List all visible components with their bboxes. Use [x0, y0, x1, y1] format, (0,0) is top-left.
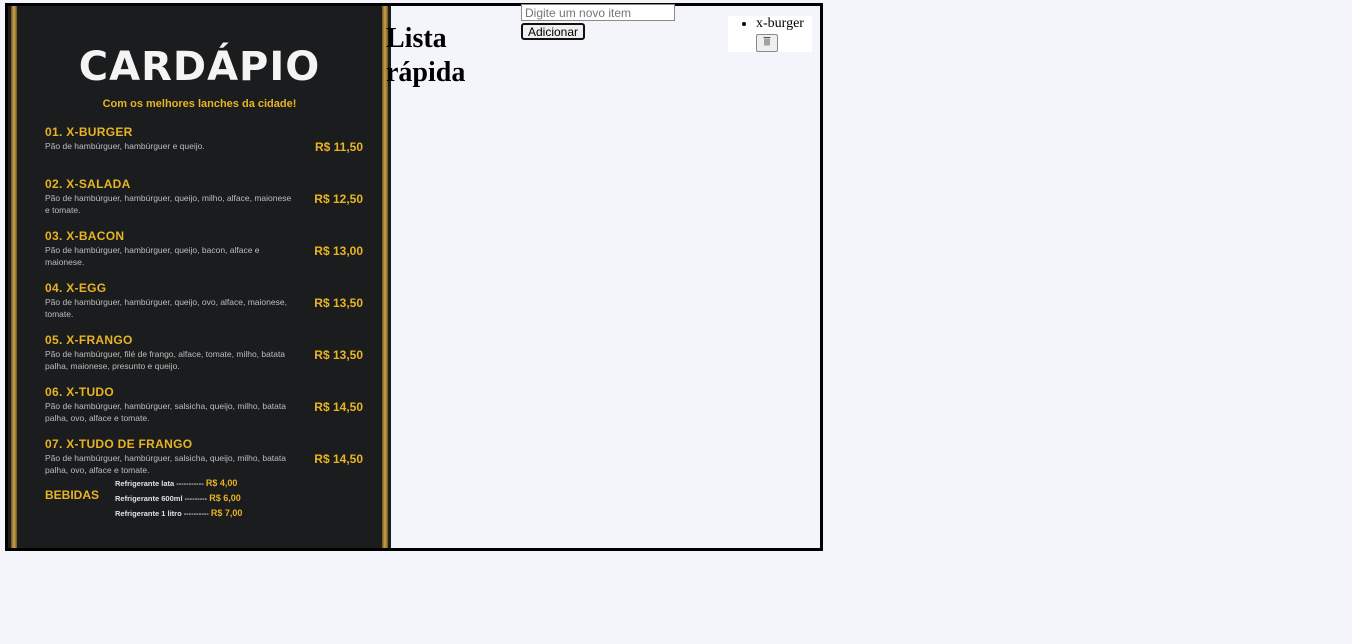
menu-item-name: 02. X-SALADA [45, 177, 131, 191]
menu-item: 03. X-BACON Pão de hambúrguer, hambúrgue… [45, 228, 363, 280]
drink-name: Refrigerante 600ml [115, 494, 183, 503]
add-item-form: Adicionar [521, 4, 675, 40]
menu-item-price: R$ 13,00 [314, 244, 363, 258]
menu-item-name: 06. X-TUDO [45, 385, 115, 399]
menu-items: 01. X-BURGER Pão de hambúrguer, hambúrgu… [45, 124, 363, 488]
menu-item-description: Pão de hambúrguer, hambúrguer, queijo, o… [45, 297, 287, 319]
drink-name: Refrigerante lata [115, 479, 175, 488]
add-button[interactable]: Adicionar [521, 23, 586, 40]
item-list-panel: x-burger [728, 16, 812, 52]
menu-item-description: Pão de hambúrguer, hambúrguer e queijo. [45, 141, 205, 151]
menu-title: CARDÁPIO [78, 44, 321, 90]
drink-dots: ---------- [183, 509, 209, 518]
menu-item-description: Pão de hambúrguer, hambúrguer, salsicha,… [45, 453, 286, 475]
list-item-text: x-burger [756, 16, 804, 31]
menu-image: CARDÁPIO Com os melhores lanches da cida… [8, 6, 391, 548]
drink-price: R$ 6,00 [209, 493, 241, 503]
trash-icon [763, 37, 771, 46]
drink-price: R$ 7,00 [210, 508, 243, 518]
drinks-label: BEBIDAS [45, 488, 100, 502]
drink-row: Refrigerante 1 litro ---------- R$ 7,00 [115, 506, 242, 521]
menu-item-description: Pão de hambúrguer, filé de frango, alfac… [45, 349, 286, 371]
menu-item-price: R$ 14,50 [314, 400, 363, 414]
menu-item: 01. X-BURGER Pão de hambúrguer, hambúrgu… [45, 124, 363, 176]
menu-item-description: Pão de hambúrguer, hambúrguer, queijo, b… [45, 245, 260, 267]
menu-item-name: 05. X-FRANGO [45, 333, 133, 347]
list-item: x-burger [756, 16, 812, 52]
drink-row: Refrigerante lata ----------- R$ 4,00 [115, 476, 242, 491]
menu-item-price: R$ 14,50 [314, 452, 363, 466]
menu-item-price: R$ 11,50 [314, 140, 363, 154]
drink-dots: ----------- [176, 479, 204, 488]
menu-item-price: R$ 13,50 [314, 348, 363, 362]
item-list: x-burger [728, 16, 812, 52]
menu-item-price: R$ 12,50 [314, 192, 363, 206]
delete-item-button[interactable] [756, 34, 778, 52]
menu-item-description: Pão de hambúrguer, hambúrguer, queijo, m… [45, 193, 292, 215]
menu-item-name: 01. X-BURGER [45, 125, 133, 139]
new-item-input[interactable] [521, 4, 675, 21]
drink-dots: --------- [184, 494, 208, 503]
menu-item: 04. X-EGG Pão de hambúrguer, hambúrguer,… [45, 280, 363, 332]
drink-row: Refrigerante 600ml --------- R$ 6,00 [115, 491, 242, 506]
menu-subtitle: Com os melhores lanches da cidade! [102, 98, 297, 110]
menu-item: 06. X-TUDO Pão de hambúrguer, hambúrguer… [45, 384, 363, 436]
menu-item-name: 07. X-TUDO DE FRANGO [45, 437, 193, 451]
drink-price: R$ 4,00 [205, 478, 238, 488]
page-title: Lista rápida [386, 23, 466, 88]
menu-item: 05. X-FRANGO Pão de hambúrguer, filé de … [45, 332, 363, 384]
menu-item-description: Pão de hambúrguer, hambúrguer, salsicha,… [45, 401, 286, 423]
menu-item-price: R$ 13,50 [314, 296, 363, 310]
menu-item-name: 03. X-BACON [45, 229, 125, 243]
menu-item-name: 04. X-EGG [45, 281, 107, 295]
drinks-list: Refrigerante lata ----------- R$ 4,00 Re… [115, 476, 242, 521]
menu-item: 02. X-SALADA Pão de hambúrguer, hambúrgu… [45, 176, 363, 228]
drink-name: Refrigerante 1 litro [115, 509, 182, 518]
